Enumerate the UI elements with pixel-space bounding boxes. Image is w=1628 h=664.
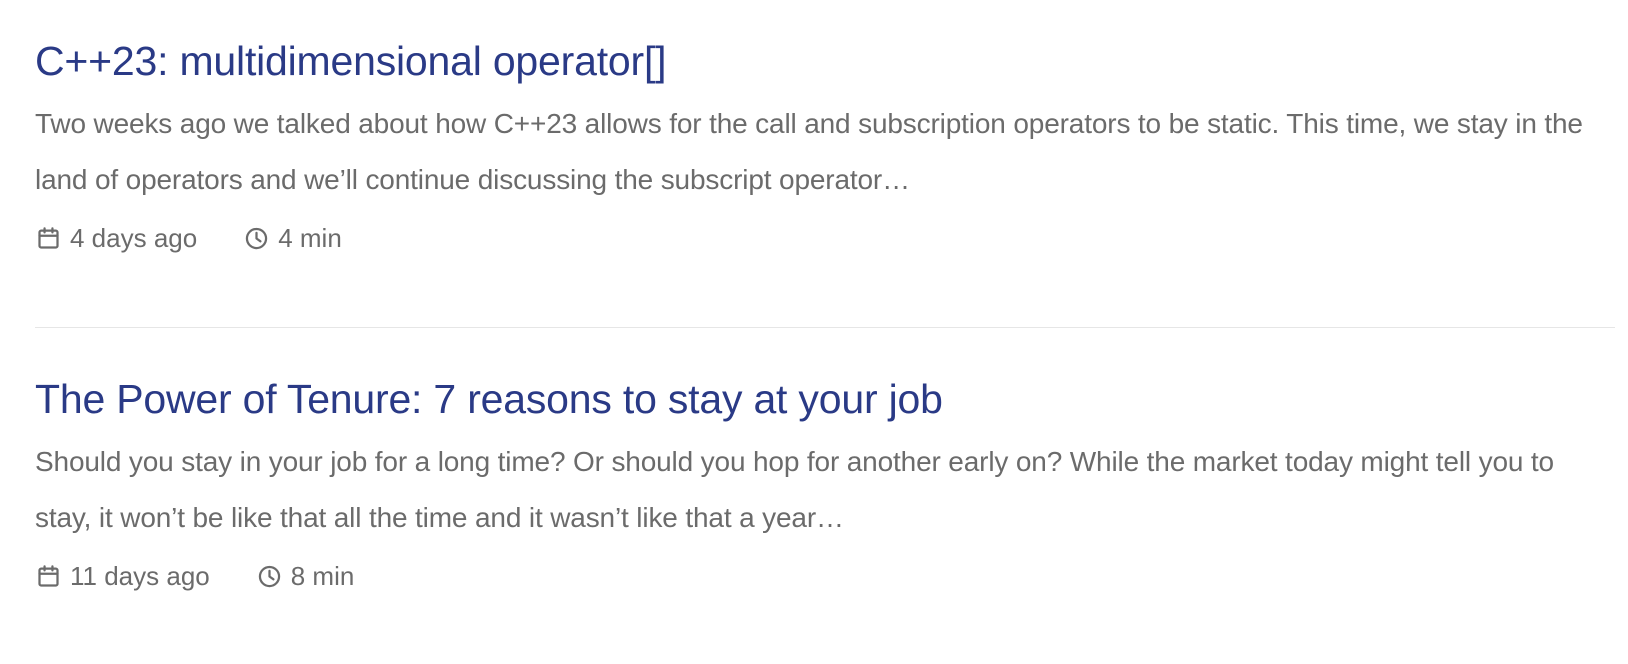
calendar-icon bbox=[35, 563, 62, 590]
post-date-text: 4 days ago bbox=[70, 222, 198, 253]
post-meta: 11 days ago 8 min bbox=[35, 558, 1615, 594]
post-reading-time-text: 8 min bbox=[290, 560, 355, 591]
post-reading-time: 4 min bbox=[243, 223, 342, 254]
clock-icon bbox=[243, 225, 270, 252]
post-excerpt: Should you stay in your job for a long t… bbox=[35, 446, 1554, 534]
post-card: C++23: multidimensional operator[] Two w… bbox=[35, 37, 1615, 256]
post-card: The Power of Tenure: 7 reasons to stay a… bbox=[35, 375, 1615, 594]
post-reading-time: 8 min bbox=[256, 560, 355, 592]
post-title-link[interactable]: C++23: multidimensional operator[] bbox=[35, 37, 1615, 86]
post-meta: 4 days ago 4 min bbox=[35, 220, 1615, 256]
post-reading-time-text: 4 min bbox=[278, 222, 342, 253]
calendar-icon bbox=[35, 225, 62, 252]
post-excerpt: Two weeks ago we talked about how C++23 … bbox=[35, 108, 1583, 196]
post-list: C++23: multidimensional operator[] Two w… bbox=[0, 0, 1628, 664]
post-divider bbox=[35, 327, 1615, 328]
post-date: 4 days ago bbox=[35, 223, 197, 254]
post-date: 11 days ago bbox=[35, 561, 210, 592]
post-date-text: 11 days ago bbox=[70, 560, 210, 591]
clock-icon bbox=[256, 563, 283, 590]
post-title-link[interactable]: The Power of Tenure: 7 reasons to stay a… bbox=[35, 375, 1615, 424]
